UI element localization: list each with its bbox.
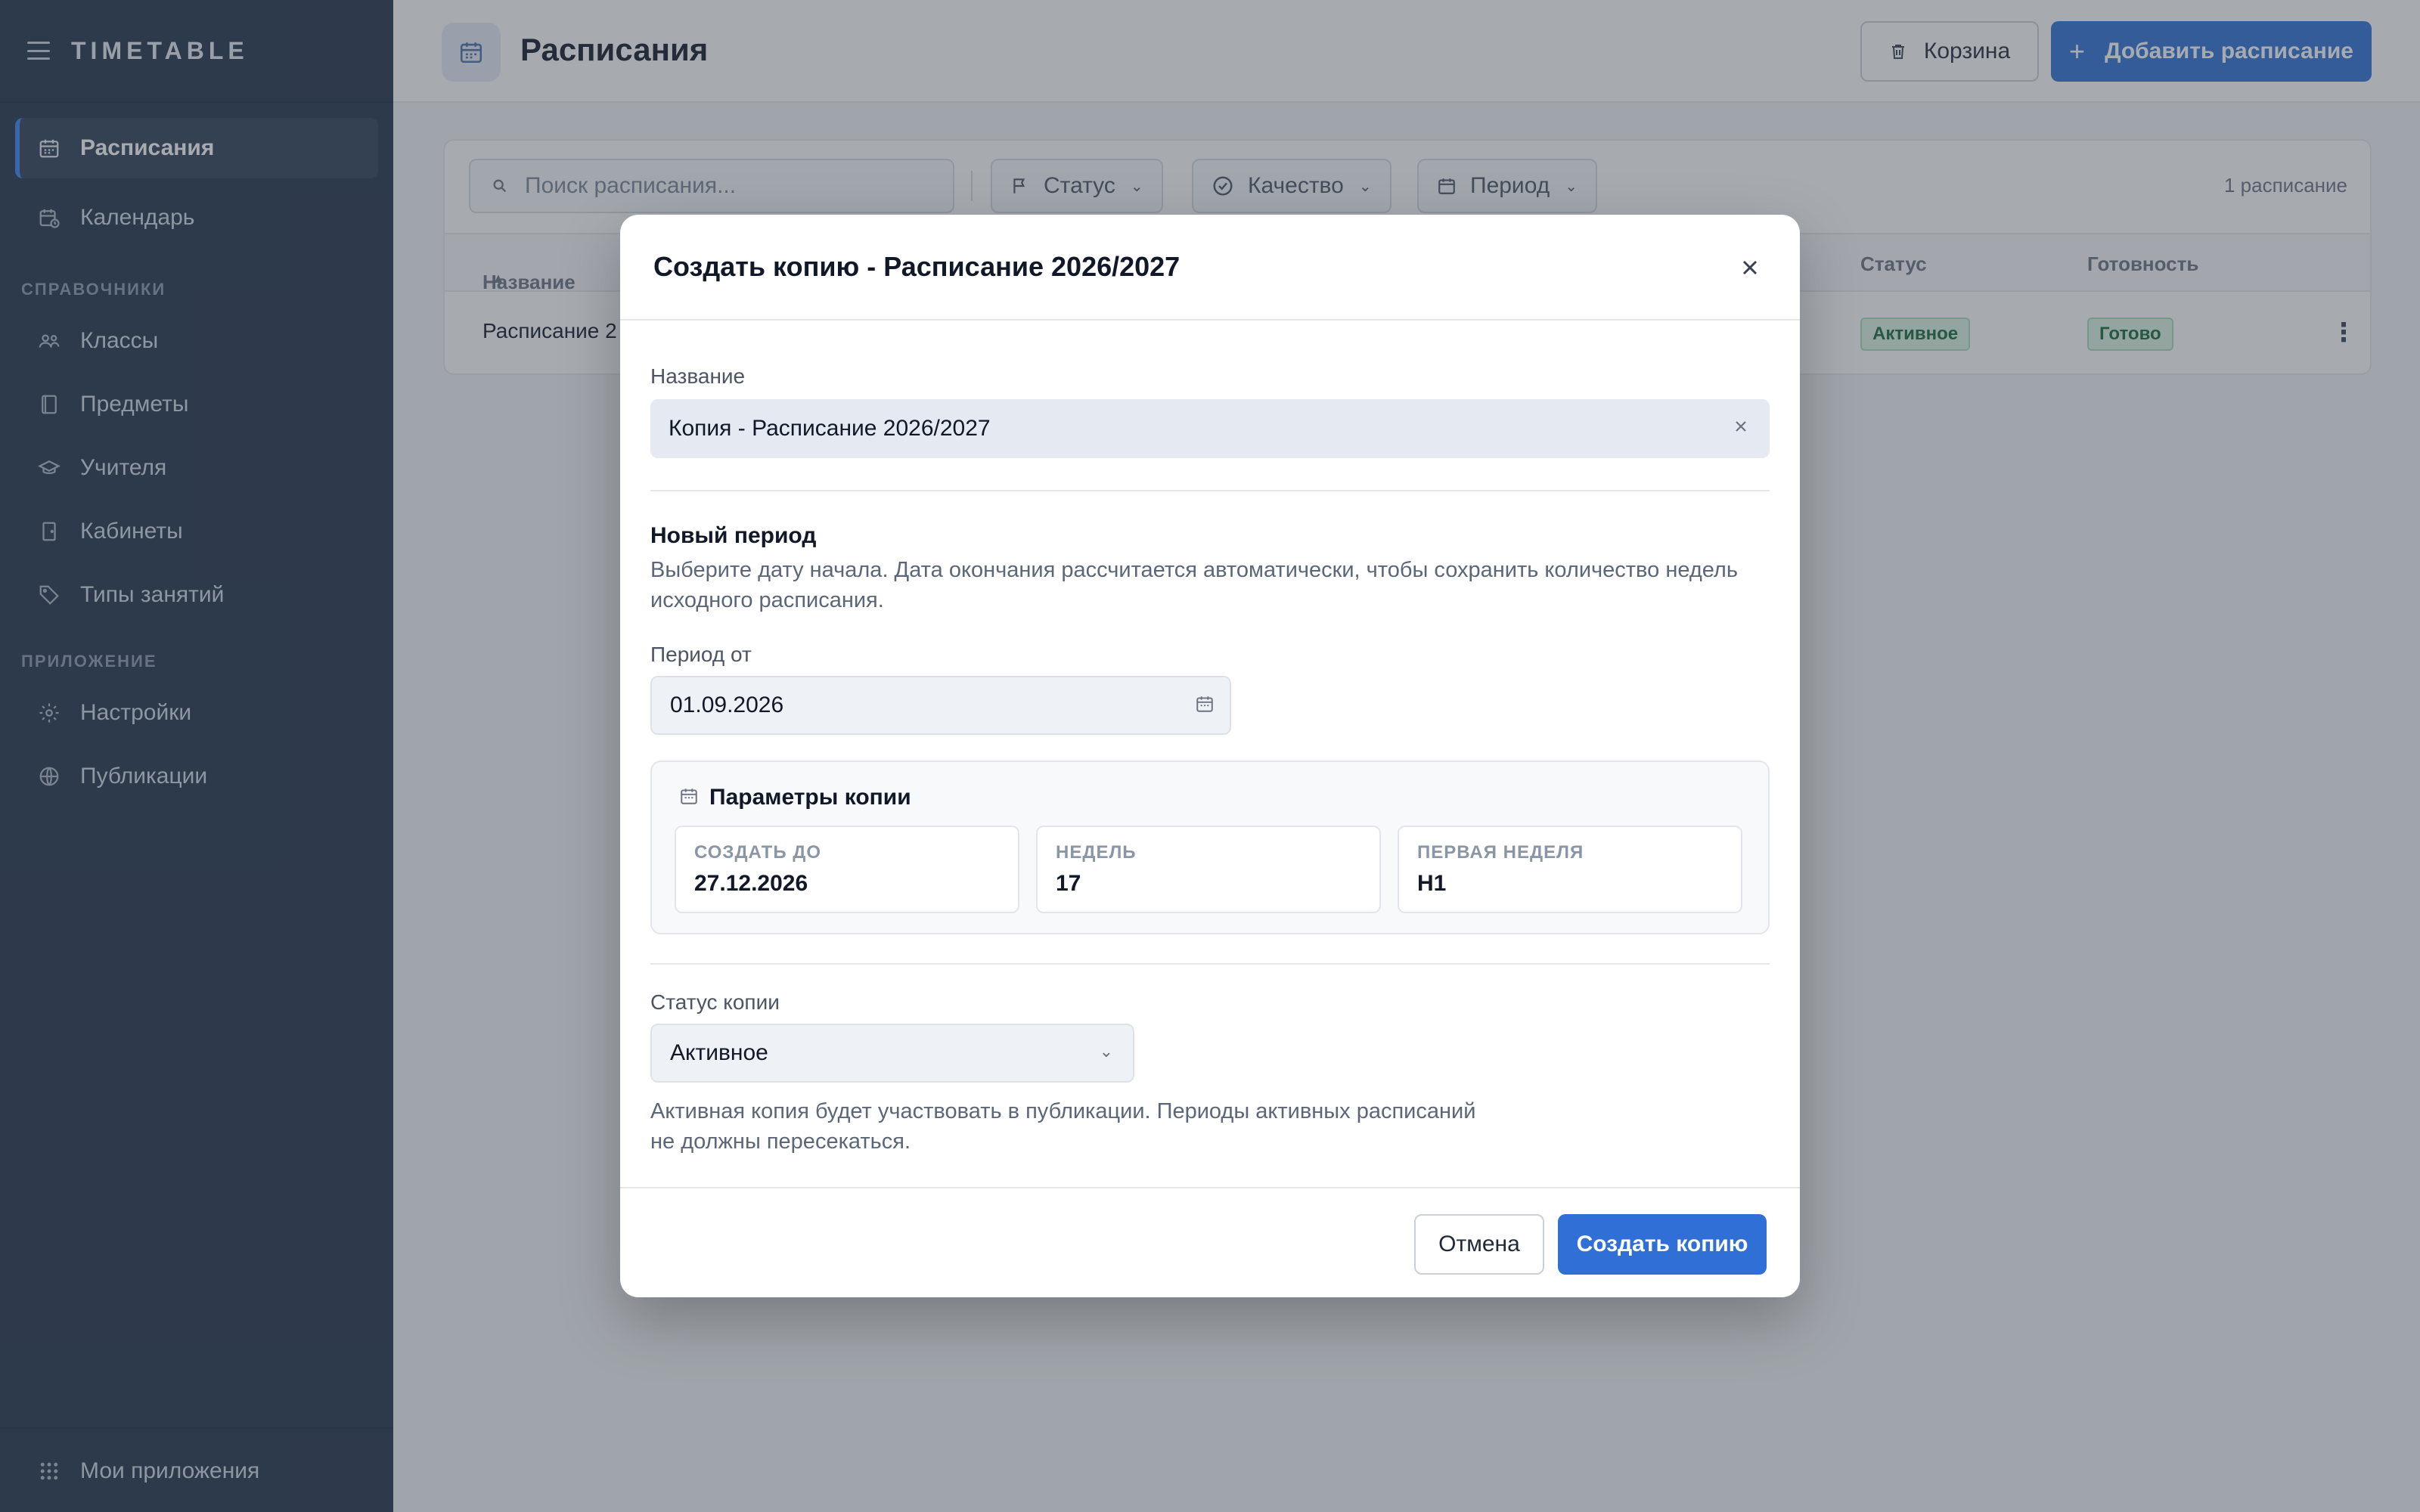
- period-from-label: Период от: [650, 643, 752, 666]
- clear-icon[interactable]: [1732, 417, 1750, 435]
- period-from-value: 01.09.2026: [670, 692, 784, 717]
- param-label: СОЗДАТЬ ДО: [694, 842, 822, 863]
- param-create-until: СОЗДАТЬ ДО 27.12.2026: [675, 826, 1019, 913]
- param-label: НЕДЕЛЬ: [1056, 842, 1137, 863]
- copy-status-value: Активное: [670, 1040, 768, 1065]
- param-label: ПЕРВАЯ НЕДЕЛЯ: [1417, 842, 1584, 863]
- status-help-line: не должны пересекаться.: [650, 1129, 911, 1154]
- dialog-header: Создать копию - Расписание 2026/2027: [620, 215, 1800, 321]
- divider: [650, 963, 1770, 965]
- param-value: 27.12.2026: [694, 871, 808, 896]
- param-first-week: ПЕРВАЯ НЕДЕЛЯ H1: [1398, 826, 1742, 913]
- param-value: H1: [1417, 871, 1447, 896]
- copy-schedule-dialog: Создать копию - Расписание 2026/2027 Наз…: [620, 215, 1800, 1297]
- dialog-title: Создать копию - Расписание 2026/2027: [653, 251, 1181, 282]
- divider: [650, 490, 1770, 491]
- status-help-line: Активная копия будет участвовать в публи…: [650, 1099, 1476, 1123]
- status-help-text: Активная копия будет участвовать в публи…: [650, 1096, 1777, 1157]
- create-copy-button[interactable]: Создать копию: [1558, 1214, 1767, 1275]
- cancel-button[interactable]: Отмена: [1414, 1214, 1544, 1275]
- dialog-footer: Отмена Создать копию: [620, 1187, 1800, 1297]
- name-label: Название: [650, 364, 746, 388]
- copy-status-select[interactable]: Активное ⌄: [650, 1024, 1134, 1083]
- name-field[interactable]: Копия - Расписание 2026/2027: [650, 399, 1770, 458]
- param-weeks: НЕДЕЛЬ 17: [1036, 826, 1381, 913]
- calendar-icon: [679, 786, 699, 806]
- name-field-value: Копия - Расписание 2026/2027: [669, 416, 991, 441]
- chevron-down-icon: ⌄: [1099, 1042, 1113, 1061]
- calendar-icon[interactable]: [1195, 694, 1215, 714]
- period-section-title: Новый период: [650, 523, 817, 548]
- copy-params-panel: Параметры копии СОЗДАТЬ ДО 27.12.2026 НЕ…: [650, 761, 1770, 934]
- period-from-date-field[interactable]: 01.09.2026: [650, 676, 1231, 735]
- param-value: 17: [1056, 871, 1081, 896]
- close-icon[interactable]: [1738, 256, 1762, 280]
- params-title: Параметры копии: [709, 785, 911, 810]
- period-help-text: Выберите дату начала. Дата окончания рас…: [650, 558, 1738, 612]
- copy-status-label: Статус копии: [650, 990, 780, 1014]
